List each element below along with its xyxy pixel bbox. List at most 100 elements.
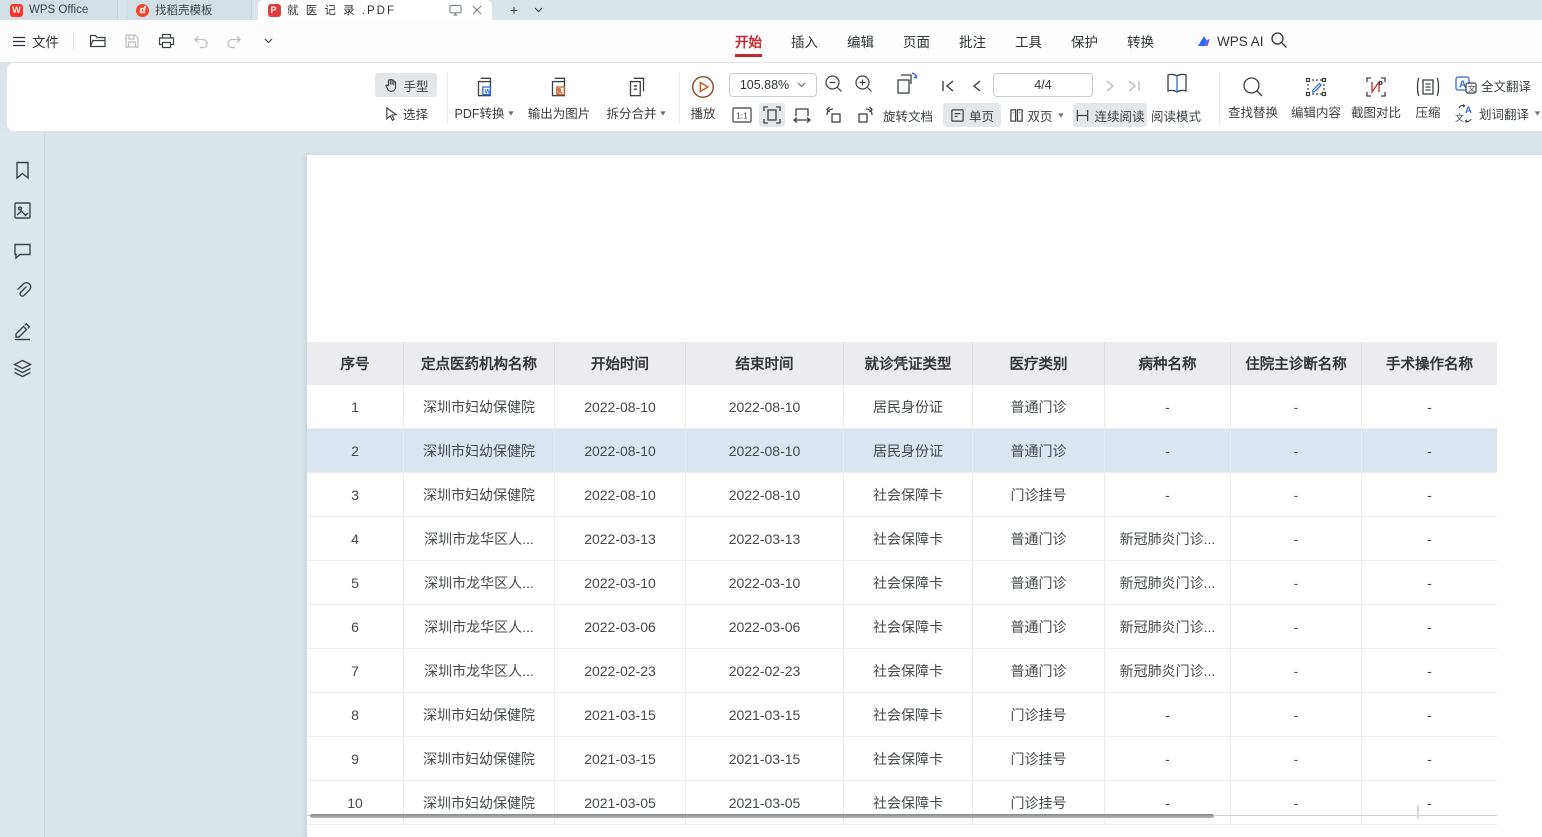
table-cell: 2022-03-06 — [555, 605, 686, 648]
compress-button[interactable]: 压缩 — [1405, 69, 1451, 127]
table-cell: - — [1362, 517, 1497, 560]
table-header-row: 序号定点医药机构名称开始时间结束时间就诊凭证类型医疗类别病种名称住院主诊断名称手… — [307, 342, 1497, 385]
edit-content-button[interactable]: 编辑内容 — [1285, 69, 1347, 127]
comment-icon[interactable] — [12, 240, 33, 261]
close-tab-icon[interactable] — [472, 5, 482, 15]
fit-page-button[interactable] — [759, 103, 785, 127]
table-row: 10深圳市妇幼保健院2021-03-052021-03-05社会保障卡门诊挂号-… — [307, 781, 1497, 825]
continuous-read-button[interactable]: 连续阅读 — [1073, 103, 1147, 127]
rotate-doc-icon[interactable] — [891, 71, 921, 99]
table-cell: 深圳市妇幼保健院 — [404, 429, 555, 472]
table-cell: 2022-02-23 — [686, 649, 844, 692]
table-cell: - — [1362, 781, 1497, 824]
bookmark-icon[interactable] — [12, 160, 33, 181]
pdf-convert-button[interactable]: W PDF转换▼ — [451, 69, 519, 127]
layers-icon[interactable] — [12, 358, 33, 379]
find-replace-button[interactable]: 查找替换 — [1221, 69, 1285, 127]
menu-tab-comment[interactable]: 批注 — [957, 21, 988, 61]
next-page-button[interactable] — [1099, 75, 1121, 97]
page-number-input[interactable]: 4/4 — [993, 73, 1093, 97]
table-cell: 居民身份证 — [844, 385, 973, 428]
monitor-icon[interactable] — [449, 4, 462, 16]
tab-docer-templates[interactable]: ⅆ 找稻壳模板 — [126, 0, 252, 20]
screenshot-compare-icon — [1364, 75, 1388, 99]
print-button[interactable] — [156, 31, 176, 51]
table-cell: - — [1362, 429, 1497, 472]
compress-label: 压缩 — [1415, 102, 1440, 121]
pdf-page[interactable]: 序号定点医药机构名称开始时间结束时间就诊凭证类型医疗类别病种名称住院主诊断名称手… — [307, 155, 1542, 837]
tab-list-chevron-icon[interactable] — [527, 1, 549, 19]
tab-document-pdf[interactable]: P 就 医 记 录 .PDF — [258, 0, 492, 20]
table-row: 3深圳市妇幼保健院2022-08-102022-08-10社会保障卡门诊挂号--… — [307, 473, 1497, 517]
table-cell: 普通门诊 — [973, 561, 1105, 604]
screenshot-compare-button[interactable]: 截图对比 — [1345, 69, 1407, 127]
svg-text:W: W — [485, 88, 492, 95]
zoom-in-button[interactable] — [853, 73, 875, 95]
full-translate-button[interactable]: A 文 全文翻译 — [1455, 73, 1531, 97]
attachment-icon[interactable] — [12, 280, 33, 301]
single-page-button[interactable]: 单页 — [943, 103, 1001, 127]
undo-button[interactable] — [190, 31, 210, 51]
table-cell: 普通门诊 — [973, 605, 1105, 648]
read-mode-label[interactable]: 阅读模式 — [1151, 103, 1201, 127]
table-cell: - — [1105, 737, 1231, 780]
menu-tab-insert[interactable]: 插入 — [789, 21, 820, 61]
menu-tab-home[interactable]: 开始 — [733, 21, 764, 61]
first-page-button[interactable] — [937, 75, 959, 97]
save-button[interactable] — [122, 31, 142, 51]
file-menu-button[interactable]: 文件 — [12, 31, 59, 51]
table-cell: 2021-03-15 — [555, 693, 686, 736]
actual-size-button[interactable]: 1:1 — [729, 103, 755, 127]
table-cell: 2022-08-10 — [555, 385, 686, 428]
column-header: 医疗类别 — [973, 342, 1105, 385]
hand-tool-button[interactable]: 手型 — [375, 73, 437, 97]
select-tool-button[interactable]: 选择 — [375, 101, 437, 125]
tab-wps-office[interactable]: W WPS Office — [0, 0, 118, 20]
column-header: 结束时间 — [686, 342, 844, 385]
menu-tab-page[interactable]: 页面 — [901, 21, 932, 61]
search-icon[interactable] — [1270, 31, 1292, 53]
fit-width-button[interactable] — [789, 103, 815, 127]
split-merge-button[interactable]: 拆分合并▼ — [599, 69, 675, 127]
signature-pen-icon[interactable] — [12, 320, 33, 341]
zoom-out-button[interactable] — [823, 73, 845, 95]
play-button[interactable]: 播放 — [681, 69, 725, 127]
menu-tab-protect[interactable]: 保护 — [1069, 21, 1100, 61]
rotate-right-button[interactable] — [851, 103, 879, 127]
table-cell: 2022-03-10 — [686, 561, 844, 604]
table-cell: 2022-03-13 — [686, 517, 844, 560]
divider — [447, 72, 448, 124]
table-row: 8深圳市妇幼保健院2021-03-152021-03-15社会保障卡门诊挂号--… — [307, 693, 1497, 737]
zoom-level-select[interactable]: 105.88% — [729, 73, 817, 97]
previous-page-button[interactable] — [965, 75, 987, 97]
rotate-doc-text: 旋转文档 — [883, 106, 933, 125]
table-cell: - — [1105, 385, 1231, 428]
menu-tab-convert[interactable]: 转换 — [1125, 21, 1156, 61]
table-row: 2深圳市妇幼保健院2022-08-102022-08-10居民身份证普通门诊--… — [307, 429, 1497, 473]
horizontal-scrollbar[interactable] — [310, 814, 1214, 818]
thumbnail-icon[interactable] — [12, 200, 33, 221]
table-cell: 2021-03-15 — [555, 737, 686, 780]
last-page-button[interactable] — [1123, 75, 1145, 97]
export-image-button[interactable]: 输出为图片 — [519, 69, 599, 127]
rotate-left-button[interactable] — [819, 103, 847, 127]
table-cell: 社会保障卡 — [844, 693, 973, 736]
word-translate-button[interactable]: 文 A 划词翻译 ▼ — [1455, 101, 1542, 125]
menu-tab-tools[interactable]: 工具 — [1013, 21, 1044, 61]
table-cell: 2022-08-10 — [686, 473, 844, 516]
new-tab-button[interactable]: + — [503, 1, 525, 19]
single-page-label: 单页 — [969, 106, 994, 125]
read-mode-icon[interactable] — [1163, 71, 1191, 97]
redo-button[interactable] — [224, 31, 244, 51]
open-file-button[interactable] — [88, 31, 108, 51]
magnifier-icon — [1241, 75, 1265, 99]
menu-tab-edit[interactable]: 编辑 — [845, 21, 876, 61]
undo-redo-chevron-icon[interactable] — [258, 31, 278, 51]
table-cell: 2022-08-10 — [555, 473, 686, 516]
wps-ai-button[interactable]: WPS AI — [1196, 20, 1264, 62]
table-cell: 深圳市龙华区人... — [404, 561, 555, 604]
table-cell: 普通门诊 — [973, 517, 1105, 560]
double-page-button[interactable]: 双页 ▼ — [1005, 103, 1069, 127]
table-cell: - — [1231, 693, 1362, 736]
rotate-doc-label[interactable]: 旋转文档 — [883, 103, 933, 127]
